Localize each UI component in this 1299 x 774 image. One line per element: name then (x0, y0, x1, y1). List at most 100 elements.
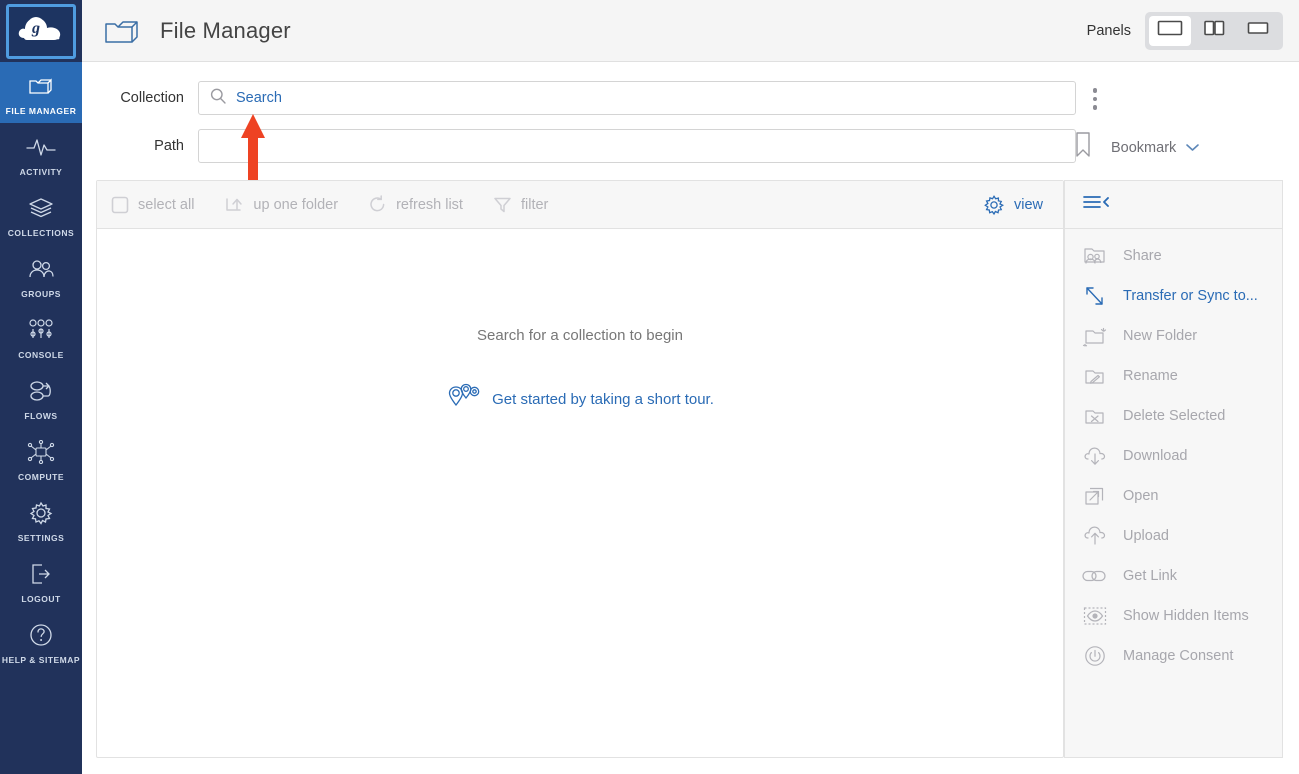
action-label: Open (1123, 488, 1159, 504)
wide-panel-icon (1245, 19, 1271, 42)
sidebar-label: LOGOUT (21, 594, 61, 604)
map-pins-icon (446, 382, 482, 417)
app-header: File Manager Panels (82, 0, 1299, 62)
collection-search-input[interactable]: Search (198, 81, 1076, 115)
sidebar-label: FLOWS (24, 411, 58, 421)
main-sidebar: g FILE MANAGER ACTIVITY COLLECTIONS GROU… (0, 0, 82, 774)
action-label: Delete Selected (1123, 408, 1226, 424)
toolbar-label: up one folder (253, 196, 339, 213)
sidebar-item-settings[interactable]: SETTINGS (0, 489, 82, 550)
collection-label: Collection (120, 90, 184, 106)
action-label: New Folder (1123, 328, 1198, 344)
action-label: Show Hidden Items (1123, 608, 1249, 624)
action-label: Get Link (1123, 568, 1177, 584)
filter-button[interactable]: filter (493, 195, 548, 214)
sidebar-item-activity[interactable]: ACTIVITY (0, 123, 82, 184)
refresh-list-button[interactable]: refresh list (368, 195, 463, 214)
action-label: Upload (1123, 528, 1169, 544)
toolbar-label: select all (138, 196, 195, 213)
sidebar-label: GROUPS (21, 289, 61, 299)
link-chain-icon (1079, 566, 1111, 586)
file-list-panel: select all up one folder refresh list fi… (96, 180, 1064, 758)
sidebar-item-collections[interactable]: COLLECTIONS (0, 184, 82, 245)
funnel-icon (493, 195, 512, 214)
sidebar-label: CONSOLE (18, 350, 64, 360)
sidebar-label: ACTIVITY (19, 167, 63, 177)
select-all-button[interactable]: select all (111, 196, 194, 214)
sidebar-label: SETTINGS (17, 533, 65, 543)
sidebar-label: HELP & SITEMAP (1, 655, 81, 665)
action-download[interactable]: Download (1065, 436, 1282, 476)
power-circle-icon (1079, 644, 1111, 668)
sidebar-item-groups[interactable]: GROUPS (0, 245, 82, 306)
overflow-menu-button[interactable] (1082, 86, 1108, 112)
action-label: Share (1123, 248, 1162, 264)
action-label: Rename (1123, 368, 1178, 384)
folder-icon (27, 71, 55, 101)
path-label: Path (154, 138, 184, 154)
file-list-toolbar: select all up one folder refresh list fi… (97, 181, 1063, 229)
layers-icon (27, 193, 55, 223)
gear-icon (983, 194, 1005, 216)
panel-layout-split-button[interactable] (1193, 16, 1235, 46)
sidebar-item-console[interactable]: CONSOLE (0, 306, 82, 367)
action-label: Transfer or Sync to... (1123, 288, 1258, 304)
logout-arrow-icon (27, 559, 55, 589)
sidebar-item-compute[interactable]: COMPUTE (0, 428, 82, 489)
collection-row: Collection Search (96, 81, 1076, 115)
magnifier-icon (209, 87, 227, 110)
view-label: view (1013, 196, 1043, 213)
sidebar-item-file-manager[interactable]: FILE MANAGER (0, 62, 82, 123)
action-show-hidden-items[interactable]: Show Hidden Items (1065, 596, 1282, 636)
action-share[interactable]: Share (1065, 236, 1282, 276)
two-panel-icon (1201, 19, 1227, 42)
panels-label: Panels (1086, 22, 1131, 39)
vertical-dots-icon (1092, 105, 1098, 110)
panel-layout-single-button[interactable] (1149, 15, 1191, 46)
view-options-button[interactable]: view (983, 194, 1043, 216)
panel-layout-wide-button[interactable] (1237, 16, 1279, 46)
action-transfer-or-sync-to[interactable]: Transfer or Sync to... (1065, 276, 1282, 316)
action-rename[interactable]: Rename (1065, 356, 1282, 396)
bookmark-ribbon-icon (1073, 130, 1093, 165)
globus-logo[interactable]: g (6, 4, 76, 59)
share-people-icon (1079, 244, 1111, 268)
action-delete-selected[interactable]: Delete Selected (1065, 396, 1282, 436)
sidebar-item-logout[interactable]: LOGOUT (0, 550, 82, 611)
sidebar-label: COMPUTE (18, 472, 64, 482)
rename-pencil-icon (1079, 364, 1111, 388)
sidebar-label: FILE MANAGER (5, 106, 77, 116)
action-new-folder[interactable]: New Folder (1065, 316, 1282, 356)
action-manage-consent[interactable]: Manage Consent (1065, 636, 1282, 676)
action-get-link[interactable]: Get Link (1065, 556, 1282, 596)
actions-list: Share Transfer or Sync to... New Folder … (1065, 229, 1282, 676)
path-input[interactable] (198, 129, 1076, 163)
sidebar-item-help-sitemap[interactable]: HELP & SITEMAP (0, 611, 82, 672)
empty-state: Search for a collection to begin Get sta… (97, 229, 1063, 758)
empty-state-message: Search for a collection to begin (477, 327, 683, 344)
action-open[interactable]: Open (1065, 476, 1282, 516)
up-one-folder-button[interactable]: up one folder (224, 195, 338, 215)
question-circle-icon (28, 620, 54, 650)
bookmark-label: Bookmark (1111, 139, 1177, 156)
download-cloud-icon (1079, 444, 1111, 468)
start-tour-link[interactable]: Get started by taking a short tour. (446, 382, 714, 417)
open-external-icon (1079, 484, 1111, 508)
action-upload[interactable]: Upload (1065, 516, 1282, 556)
annotation-arrow (239, 112, 267, 187)
people-icon (26, 254, 56, 284)
refresh-icon (368, 195, 387, 214)
sidebar-label: COLLECTIONS (7, 228, 75, 238)
action-label: Download (1123, 448, 1188, 464)
actions-panel-collapse-button[interactable] (1065, 181, 1282, 229)
eye-dashed-icon (1079, 605, 1111, 627)
panels-control-group: Panels (1086, 11, 1283, 50)
bookmark-button[interactable]: Bookmark (1073, 130, 1200, 165)
compute-chip-icon (26, 437, 56, 467)
page-title: File Manager (160, 17, 291, 43)
delete-x-icon (1079, 404, 1111, 428)
toolbar-label: refresh list (396, 196, 463, 213)
toolbar-label: filter (520, 196, 549, 213)
up-arrow-icon (224, 195, 244, 215)
sidebar-item-flows[interactable]: FLOWS (0, 367, 82, 428)
